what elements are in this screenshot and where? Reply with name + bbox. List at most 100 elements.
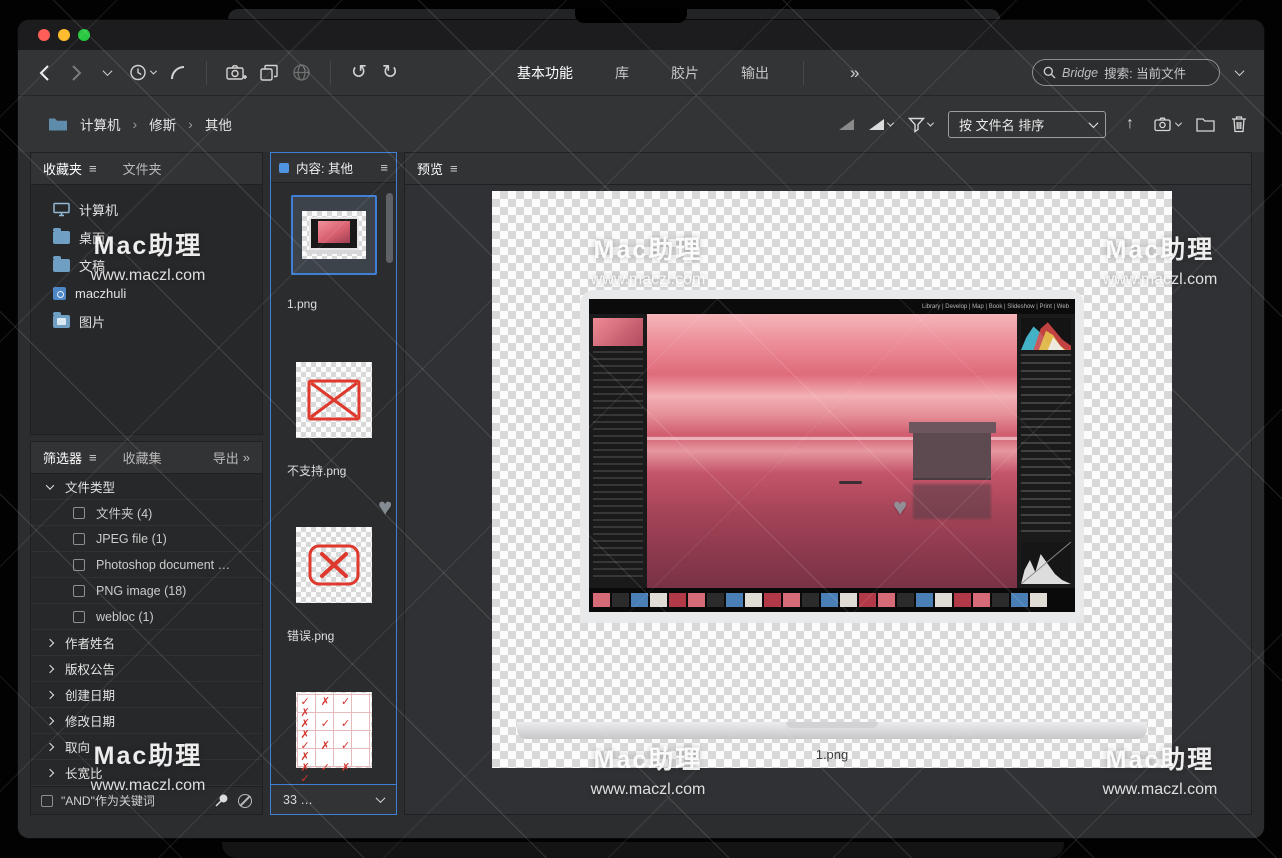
error-file-icon <box>306 542 362 588</box>
content-item-label: 1.png <box>287 297 317 311</box>
filter-item-png[interactable]: PNG image (18) <box>31 578 262 604</box>
checkbox[interactable] <box>73 611 85 623</box>
tab-favorites[interactable]: 收藏夹 ≡ <box>43 159 97 178</box>
checkbox[interactable] <box>73 507 85 519</box>
move-copy-files-button[interactable] <box>260 60 279 86</box>
forward-button[interactable] <box>67 60 85 86</box>
back-button[interactable] <box>36 60 54 86</box>
new-folder-button[interactable] <box>1196 111 1215 137</box>
filter-item-webloc[interactable]: webloc (1) <box>31 604 262 630</box>
favorites-item-documents[interactable]: 文稿 <box>31 251 262 279</box>
lightroom-left-panel <box>589 314 647 588</box>
checkbox[interactable] <box>73 533 85 545</box>
adjustment-sliders <box>1021 354 1071 538</box>
filter-item-folder[interactable]: 文件夹 (4) <box>31 500 262 526</box>
search-scope-label: 搜索: 当前文件 <box>1104 63 1186 82</box>
tab-collections[interactable]: 收藏集 <box>123 448 162 467</box>
boomerang-return-icon[interactable] <box>169 60 187 86</box>
content-scrollbar[interactable] <box>386 193 393 263</box>
undo-button[interactable]: ↺ <box>350 60 368 86</box>
zoom-window-button[interactable] <box>78 29 90 41</box>
filter-item-label: PNG image (18) <box>96 584 186 598</box>
workspace-tab-filmstrip[interactable]: 胶片 <box>671 63 699 83</box>
favorites-item-label: maczhuli <box>75 286 126 301</box>
recent-history-button[interactable] <box>129 60 156 86</box>
toolbar-divider <box>206 61 207 85</box>
keep-filter-pin-button[interactable] <box>212 788 230 814</box>
laptop-preview-image[interactable]: Library | Develop | Map | Book | Slidesh… <box>580 290 1084 623</box>
content-item-label: 错误.png <box>287 627 334 644</box>
filter-group-date-created[interactable]: 创建日期 <box>31 682 262 708</box>
favorites-item-computer[interactable]: 计算机 <box>31 195 262 223</box>
checkbox[interactable] <box>73 559 85 571</box>
sort-direction-ascending-button[interactable]: ↑ <box>1121 111 1139 137</box>
clear-filter-button[interactable] <box>238 794 252 808</box>
breadcrumb-separator: › <box>133 116 138 132</box>
filter-group-copyright[interactable]: 版权公告 <box>31 656 262 682</box>
webloc-file-icon <box>53 287 66 300</box>
breadcrumb-item-computer[interactable]: 计算机 <box>80 114 121 134</box>
filter-group-filetype[interactable]: 文件类型 <box>31 474 262 500</box>
app-toolbar: ↺ ↻ 基本功能 库 胶片 输出 » Bridge 搜索: 当前文件 <box>18 50 1264 96</box>
view-options-chevron[interactable] <box>376 793 386 803</box>
nav-dropdown-chevron[interactable] <box>98 60 116 86</box>
workspace-overflow-button[interactable]: » <box>850 63 859 83</box>
content-item-error[interactable] <box>296 527 372 603</box>
panel-menu-icon[interactable]: ≡ <box>89 161 97 176</box>
breadcrumb-item-other[interactable]: 其他 <box>205 114 232 134</box>
camera-import-dropdown-button[interactable] <box>1154 111 1181 137</box>
close-window-button[interactable] <box>38 29 50 41</box>
favorites-item-maczhuli[interactable]: maczhuli <box>31 279 262 307</box>
tab-preview[interactable]: 预览 ≡ <box>417 159 458 178</box>
filter-item-psd[interactable]: Photoshop document … <box>31 552 262 578</box>
tab-folders[interactable]: 文件夹 <box>123 159 162 178</box>
panel-menu-icon[interactable]: ≡ <box>89 450 97 465</box>
panel-menu-icon[interactable]: ≡ <box>380 160 388 175</box>
folders-tree <box>593 351 643 579</box>
chevron-right-icon <box>46 742 54 750</box>
sync-sphere-icon[interactable] <box>292 60 311 86</box>
content-item-unsupported[interactable] <box>296 362 372 438</box>
favorites-item-label: 计算机 <box>79 200 118 219</box>
tone-curve <box>1021 542 1071 584</box>
content-item-1png[interactable] <box>291 195 377 275</box>
delete-trash-button[interactable] <box>1230 111 1248 137</box>
filter-group-author[interactable]: 作者姓名 <box>31 630 262 656</box>
filter-group-label: 修改日期 <box>65 711 115 730</box>
favorites-item-desktop[interactable]: 桌面 <box>31 223 262 251</box>
workspace-tab-output[interactable]: 输出 <box>741 63 769 83</box>
thumbnail-quality-icon[interactable] <box>839 119 854 130</box>
filter-group-aspect-ratio[interactable]: 长宽比 <box>31 760 262 786</box>
laptop-screen: Library | Develop | Map | Book | Slidesh… <box>580 290 1084 623</box>
preview-filename-caption: 1.png <box>492 747 1172 762</box>
panel-menu-icon[interactable]: ≡ <box>450 161 458 176</box>
toolbar-divider <box>330 61 331 85</box>
and-keyword-checkbox[interactable] <box>41 795 53 807</box>
tab-export[interactable]: 导出 » <box>213 448 250 467</box>
tab-filter[interactable]: 筛选器 ≡ <box>43 448 97 467</box>
window-titlebar[interactable] <box>18 20 1264 50</box>
filter-funnel-button[interactable] <box>908 111 933 137</box>
thumbnail-size-chevron[interactable] <box>887 119 894 126</box>
search-options-chevron[interactable] <box>1230 60 1248 86</box>
checkbox[interactable] <box>73 585 85 597</box>
preview-panel: 预览 ≡ Library | Develop | Map | Book | Sl… <box>404 152 1252 815</box>
filter-item-jpeg[interactable]: JPEG file (1) <box>31 526 262 552</box>
sort-order-dropdown[interactable]: 按 文件名 排序 <box>948 111 1106 138</box>
breadcrumb-item-user[interactable]: 修斯 <box>149 114 176 134</box>
thumbnail-size-icon[interactable] <box>869 119 884 130</box>
workspace-tab-libraries[interactable]: 库 <box>615 63 629 83</box>
get-photos-from-camera-button[interactable] <box>226 60 247 86</box>
minimize-window-button[interactable] <box>58 29 70 41</box>
redo-button[interactable]: ↻ <box>381 60 399 86</box>
favorites-item-pictures[interactable]: 图片 <box>31 307 262 335</box>
workspace-tab-essentials[interactable]: 基本功能 <box>517 63 573 83</box>
filter-group-orientation[interactable]: 取向 <box>31 734 262 760</box>
content-item-checklist[interactable]: ✓ ✗ ✓ ✗ ✗ ✓ ✓ ✗ ✓ ✗ ✓ ✗ ✗ ✓ ✗ ✓ <box>296 692 372 768</box>
content-panel: 内容: 其他 ≡ 1.png <box>270 152 397 815</box>
panel-overflow-icon[interactable]: » <box>243 450 250 465</box>
bridge-search-box[interactable]: Bridge 搜索: 当前文件 <box>1032 59 1220 86</box>
search-brand-label: Bridge <box>1062 66 1098 80</box>
favorites-item-label: 文稿 <box>79 256 105 275</box>
filter-group-date-modified[interactable]: 修改日期 <box>31 708 262 734</box>
